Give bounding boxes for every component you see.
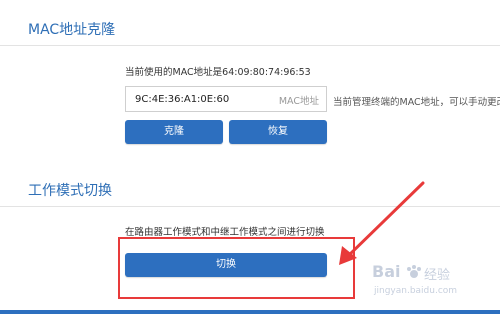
section-divider: [0, 206, 500, 207]
bottom-accent-bar: [0, 310, 500, 314]
clone-button[interactable]: 克隆: [125, 120, 223, 144]
mac-address-input[interactable]: [126, 87, 265, 111]
annotation-highlight-box: [118, 237, 355, 299]
section-divider: [0, 45, 500, 46]
mac-hint-text: 当前管理终端的MAC地址，可以手动更改为: [333, 97, 500, 108]
mac-clone-section-title: MAC地址克隆: [28, 22, 116, 38]
current-mac-text: 当前使用的MAC地址是64:09:80:74:96:53: [125, 67, 311, 78]
baidu-jingyan-watermark: Bai 经验 jingyan.baidu.com: [372, 262, 492, 302]
watermark-brand-suffix: 经验: [424, 268, 451, 283]
watermark-brand: Bai: [372, 262, 401, 281]
work-mode-section-title: 工作模式切换: [28, 183, 112, 199]
mac-address-suffix-label: MAC地址: [278, 96, 319, 107]
work-mode-description: 在路由器工作模式和中继工作模式之间进行切换: [125, 227, 325, 238]
paw-icon: [407, 265, 421, 278]
watermark-url: jingyan.baidu.com: [374, 286, 458, 296]
mac-address-field[interactable]: MAC地址: [125, 86, 327, 112]
restore-button[interactable]: 恢复: [229, 120, 327, 144]
